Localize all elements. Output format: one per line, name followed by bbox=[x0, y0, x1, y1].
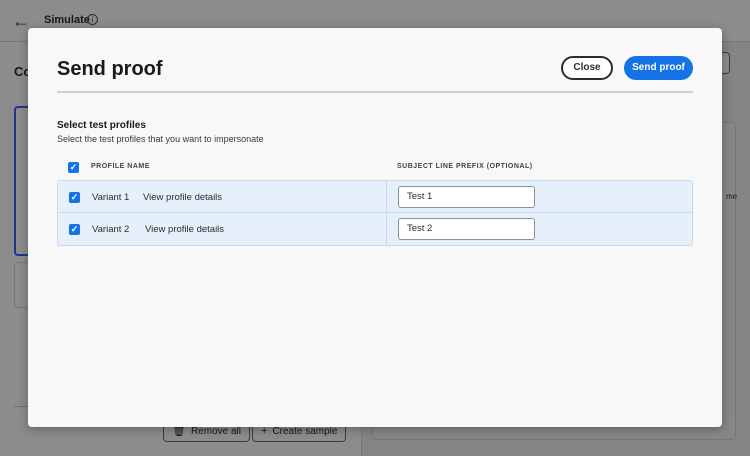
send-proof-dialog: Send proof Close Send proof Select test … bbox=[28, 28, 722, 427]
close-button[interactable]: Close bbox=[561, 56, 613, 80]
subject-prefix-input[interactable]: Test 2 bbox=[398, 218, 535, 240]
send-proof-button[interactable]: Send proof bbox=[624, 56, 693, 80]
column-divider bbox=[386, 213, 387, 245]
profile-name: Variant 2 bbox=[92, 224, 130, 235]
profile-name: Variant 1 bbox=[92, 192, 130, 203]
view-profile-details-link[interactable]: View profile details bbox=[143, 192, 222, 203]
table-row[interactable]: ✓ Variant 2 View profile details Test 2 bbox=[57, 213, 693, 246]
column-header-profile-name: PROFILE NAME bbox=[91, 163, 150, 170]
header-divider bbox=[57, 91, 693, 93]
test-profiles-table: ✓ PROFILE NAME SUBJECT LINE PREFIX (OPTI… bbox=[57, 156, 693, 246]
row-checkbox[interactable]: ✓ bbox=[69, 224, 80, 235]
section-title: Select test profiles bbox=[57, 120, 146, 131]
table-row[interactable]: ✓ Variant 1 View profile details Test 1 bbox=[57, 180, 693, 213]
column-divider bbox=[386, 181, 387, 212]
row-checkbox[interactable]: ✓ bbox=[69, 192, 80, 203]
subject-prefix-input[interactable]: Test 1 bbox=[398, 186, 535, 208]
dialog-title: Send proof bbox=[57, 58, 163, 80]
column-header-subject-prefix: SUBJECT LINE PREFIX (OPTIONAL) bbox=[397, 163, 533, 170]
view-profile-details-link[interactable]: View profile details bbox=[145, 224, 224, 235]
section-description: Select the test profiles that you want t… bbox=[57, 134, 264, 144]
table-header: ✓ PROFILE NAME SUBJECT LINE PREFIX (OPTI… bbox=[57, 156, 693, 180]
select-all-checkbox[interactable]: ✓ bbox=[68, 162, 79, 173]
